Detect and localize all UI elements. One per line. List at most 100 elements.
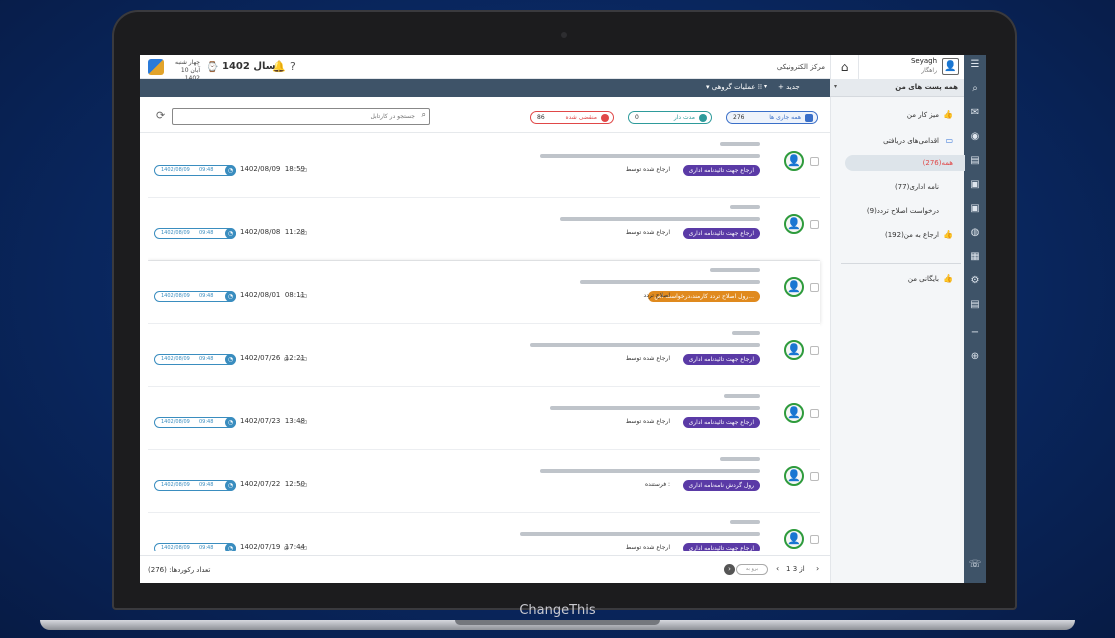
row-datetime: 1402/07/19 17:44: [240, 543, 305, 551]
comment-icon[interactable]: ▭: [300, 165, 308, 174]
action-badge[interactable]: ارجاع جهت تائیدنامه اداری: [682, 228, 760, 239]
bell-icon[interactable]: 🔔: [272, 60, 286, 73]
action-badge[interactable]: ارجاع جهت تائیدنامه اداری: [682, 165, 760, 176]
redacted-sender: [560, 141, 760, 147]
row-status: ارجاع شده توسط: [625, 166, 670, 173]
action-badge[interactable]: ارجاع جهت تائیدنامه اداری: [682, 354, 760, 365]
user-box[interactable]: Seyagh راهگار 👤: [858, 55, 964, 79]
filter-chip-all[interactable]: 276 همه جاری ها: [726, 111, 818, 124]
row-date: 1402/07/23: [240, 417, 281, 425]
report-icon[interactable]: ◍: [964, 227, 986, 238]
comment-icon[interactable]: ▭: [300, 417, 308, 426]
timer-icon: ◔: [225, 165, 236, 176]
table-row[interactable]: 👤 رول اصلاح تردد کارمند،درخواست اص... اصلا…: [148, 261, 820, 324]
archive-icon[interactable]: ▤: [964, 299, 986, 310]
mailbox-title: همه پست های من: [895, 83, 958, 91]
attachment-icon[interactable]: ⌀: [284, 543, 289, 551]
support-icon[interactable]: ☏: [964, 559, 986, 570]
row-checkbox[interactable]: [810, 283, 819, 292]
help-icon[interactable]: ?: [290, 60, 296, 73]
sender-avatar: 👤: [784, 340, 804, 360]
action-badge[interactable]: ارجاع جهت تائیدنامه اداری: [682, 417, 760, 428]
filter-bar: ⟳ ⌕ 86 منقضی شده 0 مدت دار 276 همه جاری …: [140, 97, 830, 133]
group-ops-button[interactable]: ▾ عملیات گروهی ⁞⁞: [706, 83, 762, 91]
sidebar-item-archive[interactable]: بایگانی من 👍: [831, 271, 965, 287]
table-row[interactable]: 👤 ارجاع جهت تائیدنامه اداری ارجاع شده توسط…: [148, 324, 820, 387]
web-icon[interactable]: ⊕: [964, 351, 986, 362]
table-row[interactable]: 👤 ارجاع جهت تائیدنامه اداری ارجاع شده توسط…: [148, 513, 820, 551]
user-avatar[interactable]: 👤: [942, 58, 959, 75]
calendar-icon[interactable]: ⌚: [206, 62, 218, 73]
table-row[interactable]: 👤 رول گردش نامه‌نامه اداری فرستنده : 1402/0…: [148, 450, 820, 513]
sidebar-item-attendance[interactable]: درخواست اصلاح تردد(9): [831, 203, 965, 219]
new-button[interactable]: + جدید: [778, 83, 800, 91]
action-badge[interactable]: رول گردش نامه‌نامه اداری: [682, 480, 760, 491]
home-button[interactable]: ⌂: [830, 55, 858, 79]
table-row[interactable]: 👤 ارجاع جهت تائیدنامه اداری ارجاع شده توسط…: [148, 198, 820, 261]
comment-icon[interactable]: ▭: [300, 291, 308, 300]
row-checkbox[interactable]: [810, 535, 819, 544]
prev-page-icon[interactable]: ‹: [776, 564, 779, 573]
goto-page-input[interactable]: برو به: [736, 564, 768, 575]
fiscal-year[interactable]: سال 1402: [222, 61, 276, 72]
document-icon[interactable]: ▣: [964, 179, 986, 190]
row-datetime: 1402/07/22 12:50: [240, 480, 305, 488]
sidebar-item-all[interactable]: همه(276): [845, 155, 965, 171]
go-button[interactable]: ›: [724, 564, 735, 575]
row-status: فرستنده :: [644, 481, 670, 488]
timer-icon: ◔: [225, 543, 236, 551]
weekday-label: چهار شنبه: [175, 59, 200, 66]
row-status: ارجاع شده توسط: [625, 355, 670, 362]
filter-chip-timed[interactable]: 0 مدت دار: [628, 111, 712, 124]
collapse-icon[interactable]: −: [964, 327, 986, 338]
new-dropdown-icon[interactable]: ▾: [764, 83, 767, 90]
sender-avatar: 👤: [784, 529, 804, 549]
menu-icon[interactable]: ☰: [964, 59, 986, 70]
redacted-sender: [560, 456, 760, 462]
refresh-icon[interactable]: ⟳: [156, 109, 165, 122]
sidebar-divider: [841, 263, 961, 264]
row-checkbox[interactable]: [810, 220, 819, 229]
sidebar-item-referred[interactable]: ارجاع به من(192) 👍: [831, 227, 965, 243]
clock-icon: [699, 114, 707, 122]
comment-icon[interactable]: ▭: [300, 354, 308, 363]
comment-icon[interactable]: ▭: [300, 228, 308, 237]
monitor-icon: ▭: [945, 136, 953, 145]
app-screen: چهار شنبه 10 آبان 1402 ⌚ سال 1402 🔔 ? مر…: [140, 55, 986, 583]
next-page-icon[interactable]: ›: [816, 564, 819, 573]
sidebar-item-desk[interactable]: میز کار من 👍: [831, 107, 965, 123]
comment-icon[interactable]: ▭: [300, 480, 308, 489]
attachment-icon[interactable]: ⌀: [284, 354, 289, 363]
mail-icon[interactable]: ✉: [964, 107, 986, 118]
row-date: 1402/08/09: [240, 165, 281, 173]
page-info: 1 از 3: [786, 565, 805, 573]
globe-icon[interactable]: ◉: [964, 131, 986, 142]
sidebar-item-received[interactable]: اقدامی‌های دریافتی ▭: [831, 133, 965, 149]
search-box[interactable]: ⌕: [172, 108, 430, 125]
app-logo-icon[interactable]: [148, 59, 164, 75]
row-checkbox[interactable]: [810, 472, 819, 481]
row-checkbox[interactable]: [810, 346, 819, 355]
grid-icon: ⁞⁞: [757, 83, 763, 91]
sidebar-item-letters[interactable]: نامه اداری(77): [831, 179, 965, 195]
search-input[interactable]: [175, 111, 415, 122]
deadline-badge: 1402/08/09 09:48 ◔: [154, 417, 236, 428]
comment-icon[interactable]: ▭: [300, 543, 308, 551]
row-checkbox[interactable]: [810, 157, 819, 166]
row-checkbox[interactable]: [810, 409, 819, 418]
redacted-sender: [560, 393, 760, 399]
action-badge[interactable]: ارجاع جهت تائیدنامه اداری: [682, 543, 760, 551]
deadline-badge: 1402/08/09 09:48 ◔: [154, 354, 236, 365]
row-datetime: 1402/08/01 08:11: [240, 291, 305, 299]
chip-label: مدت دار: [673, 114, 695, 121]
search-icon[interactable]: ⌕: [964, 83, 986, 94]
mailbox-selector[interactable]: ▾ همه پست های من: [830, 79, 964, 97]
table-row[interactable]: 👤 ارجاع جهت تائیدنامه اداری ارجاع شده توسط…: [148, 135, 820, 198]
settings-icon[interactable]: ⚙: [964, 275, 986, 286]
form-icon[interactable]: ▣: [964, 203, 986, 214]
printer-icon[interactable]: ▤: [964, 155, 986, 166]
table-icon[interactable]: ▦: [964, 251, 986, 262]
table-row[interactable]: 👤 ارجاع جهت تائیدنامه اداری ارجاع شده توسط…: [148, 387, 820, 450]
filter-chip-expired[interactable]: 86 منقضی شده: [530, 111, 614, 124]
inbox-icon: [805, 114, 813, 122]
